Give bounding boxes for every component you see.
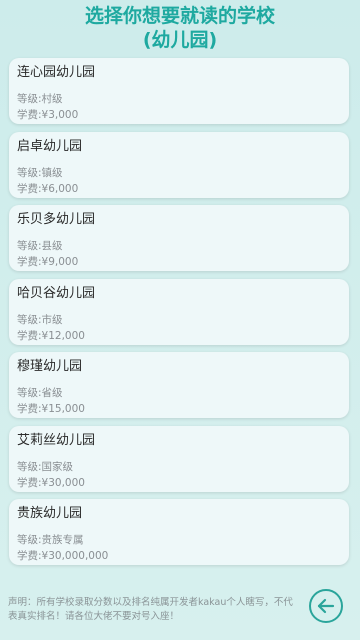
school-meta: 等级: 国家级 学费: ¥30,000 bbox=[17, 459, 349, 491]
page-title-line2: (幼儿园) bbox=[142, 29, 218, 51]
school-card-6[interactable]: 贵族幼儿园 等级: 贵族专属 学费: ¥30,000,000 bbox=[9, 499, 349, 565]
school-name: 启卓幼儿园 bbox=[17, 138, 83, 154]
level-value: 省级 bbox=[41, 387, 63, 399]
school-name: 乐贝多幼儿园 bbox=[17, 212, 96, 227]
page-title: 选择你想要就读的学校 (幼儿园) bbox=[0, 0, 360, 52]
fee-label: 学费: bbox=[17, 550, 42, 562]
level-value: 市级 bbox=[41, 313, 63, 326]
school-list: 连心园幼儿园 等级: 村级 学费: ¥3,000 启卓幼儿园 等级: 镇级 学费… bbox=[9, 58, 349, 573]
fee-value: ¥9,000 bbox=[41, 256, 79, 268]
school-meta: 等级: 省级 学费: ¥15,000 bbox=[17, 385, 349, 417]
school-meta: 等级: 镇级 学费: ¥6,000 bbox=[17, 165, 349, 197]
level-label: 等级: bbox=[17, 240, 42, 252]
school-meta: 等级: 市级 学费: ¥12,000 bbox=[17, 312, 349, 344]
level-label: 等级: bbox=[17, 534, 42, 546]
school-card-3[interactable]: 哈贝谷幼儿园 等级: 市级 学费: ¥12,000 bbox=[9, 278, 349, 345]
level-label: 等级: bbox=[17, 460, 42, 473]
page-title-line1: 选择你想要就读的学校 bbox=[84, 5, 275, 27]
level-label: 等级: bbox=[17, 313, 42, 326]
fee-label: 学费: bbox=[17, 403, 42, 415]
level-label: 等级: bbox=[17, 387, 42, 399]
level-value: 镇级 bbox=[41, 166, 63, 179]
fee-value: ¥15,000 bbox=[41, 403, 85, 415]
fee-value: ¥3,000 bbox=[41, 109, 79, 121]
level-value: 村级 bbox=[41, 93, 63, 105]
school-name: 贵族幼儿园 bbox=[17, 506, 83, 521]
school-name: 穆瑾幼儿园 bbox=[17, 359, 83, 374]
fee-label: 学费: bbox=[17, 182, 42, 195]
school-meta: 等级: 县级 学费: ¥9,000 bbox=[17, 238, 349, 270]
fee-value: ¥30,000 bbox=[41, 476, 85, 489]
fee-label: 学费: bbox=[17, 109, 42, 121]
fee-value: ¥30,000,000 bbox=[41, 550, 109, 562]
school-card-0[interactable]: 连心园幼儿园 等级: 村级 学费: ¥3,000 bbox=[9, 58, 349, 124]
school-card-4[interactable]: 穆瑾幼儿园 等级: 省级 学费: ¥15,000 bbox=[9, 352, 349, 418]
fee-label: 学费: bbox=[17, 329, 42, 342]
level-value: 县级 bbox=[41, 240, 63, 252]
fee-label: 学费: bbox=[17, 476, 42, 489]
school-card-5[interactable]: 艾莉丝幼儿园 等级: 国家级 学费: ¥30,000 bbox=[9, 425, 349, 492]
back-button[interactable] bbox=[309, 589, 343, 623]
school-name: 艾莉丝幼儿园 bbox=[17, 432, 96, 448]
school-meta: 等级: 贵族专属 学费: ¥30,000,000 bbox=[17, 532, 349, 564]
school-card-2[interactable]: 乐贝多幼儿园 等级: 县级 学费: ¥9,000 bbox=[9, 205, 349, 271]
level-label: 等级: bbox=[17, 166, 42, 179]
school-name: 连心园幼儿园 bbox=[17, 65, 96, 80]
fee-label: 学费: bbox=[17, 256, 42, 268]
level-value: 国家级 bbox=[41, 460, 74, 473]
level-value: 贵族专属 bbox=[41, 534, 84, 546]
arrow-left-icon bbox=[316, 596, 336, 616]
disclaimer-text: 声明：所有学校录取分数以及排名纯属开发者kakau个人瞎写，不代表真实排名！请各… bbox=[8, 597, 293, 622]
fee-value: ¥6,000 bbox=[41, 182, 79, 195]
level-label: 等级: bbox=[17, 93, 42, 105]
school-name: 哈贝谷幼儿园 bbox=[17, 285, 96, 301]
school-card-1[interactable]: 启卓幼儿园 等级: 镇级 学费: ¥6,000 bbox=[9, 131, 349, 198]
school-meta: 等级: 村级 学费: ¥3,000 bbox=[17, 91, 349, 123]
fee-value: ¥12,000 bbox=[41, 329, 85, 342]
